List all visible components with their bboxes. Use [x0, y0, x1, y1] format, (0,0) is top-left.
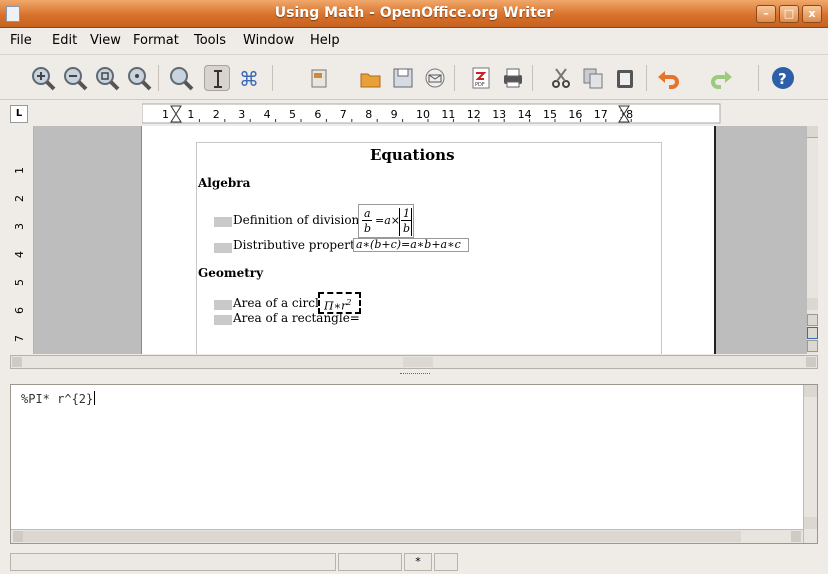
redo-icon[interactable] — [708, 65, 734, 91]
editor-horizontal-scrollbar[interactable] — [11, 529, 803, 543]
bullet-marker — [214, 243, 232, 253]
ruler-mark: 5 — [289, 108, 296, 121]
close-button[interactable]: x — [802, 5, 822, 23]
document-area[interactable]: 1 2 3 4 5 6 7 Equations Algebra Definition of … — [10, 126, 818, 354]
text-cursor-icon[interactable] — [204, 65, 230, 91]
status-field-1 — [10, 553, 336, 571]
vertical-ruler-mark: 7 — [13, 335, 26, 342]
print-icon[interactable] — [500, 65, 526, 91]
status-bar: * — [0, 550, 828, 574]
scroll-up-arrow-icon[interactable] — [804, 385, 817, 397]
ruler-scale: 1 1 2 3 4 5 6 7 8 9 10 11 12 13 14 15 16 17 18 — [142, 103, 721, 124]
formula-command-editor[interactable]: %PI* r^{2} — [10, 384, 818, 544]
vertical-ruler-mark: 1 — [13, 167, 26, 174]
vertical-ruler-mark: 5 — [13, 279, 26, 286]
email-icon[interactable] — [422, 65, 448, 91]
tab-stop-selector[interactable]: L — [10, 105, 28, 123]
ruler-mark: 8 — [365, 108, 372, 121]
horizontal-ruler[interactable]: L 1 1 2 3 4 5 6 7 8 9 10 11 12 13 14 15 16 17 18 — [10, 102, 818, 126]
zoom-selection-icon[interactable] — [168, 65, 194, 91]
zoom-out-icon[interactable] — [62, 65, 88, 91]
copy-icon[interactable] — [580, 65, 606, 91]
item-definition-of-division: Definition of division= — [233, 213, 370, 227]
scroll-right-arrow-icon[interactable] — [791, 531, 801, 542]
menu-tools[interactable]: Tools — [194, 33, 226, 48]
status-field-2 — [338, 553, 402, 571]
scroll-thumb[interactable] — [403, 357, 433, 367]
command-icon[interactable]: ⌘ — [236, 65, 262, 91]
zoom-in-icon[interactable] — [30, 65, 56, 91]
pane-splitter[interactable] — [0, 370, 828, 380]
vertical-ruler-mark: 2 — [13, 195, 26, 202]
ruler-mark: 2 — [213, 108, 220, 121]
svg-text:?: ? — [778, 70, 787, 88]
previous-page-icon[interactable] — [807, 314, 818, 326]
formula-division[interactable]: a b =a× 1 b — [358, 204, 414, 238]
scroll-up-arrow-icon[interactable] — [807, 126, 818, 138]
formula-distributive[interactable]: a∗(b+c)=a∗b+a∗c — [353, 238, 469, 252]
save-icon[interactable] — [390, 65, 416, 91]
item-area-of-rectangle: Area of a rectangle= — [233, 311, 360, 325]
status-modified-indicator[interactable]: * — [404, 553, 432, 571]
pdf-icon[interactable]: PDF — [468, 65, 494, 91]
heading-equations: Equations — [370, 146, 455, 164]
vertical-ruler-mark: 4 — [13, 251, 26, 258]
vertical-ruler: 1 2 3 4 5 6 7 — [10, 126, 34, 354]
splitter-grip-icon[interactable] — [400, 373, 430, 375]
menu-window[interactable]: Window — [243, 33, 294, 48]
menu-file[interactable]: File — [10, 33, 32, 48]
scroll-right-arrow-icon[interactable] — [806, 357, 816, 367]
scroll-left-arrow-icon[interactable] — [12, 357, 22, 367]
zoom-fit-icon[interactable] — [126, 65, 152, 91]
cut-icon[interactable] — [548, 65, 574, 91]
document-horizontal-scrollbar[interactable] — [10, 355, 818, 369]
menu-bar: File Edit View Format Tools Window Help — [0, 29, 828, 53]
math-toolbar: ⌘ PDF ? — [0, 54, 828, 100]
section-geometry: Geometry — [198, 266, 264, 280]
vertical-ruler-mark: 6 — [13, 307, 26, 314]
next-page-icon[interactable] — [807, 340, 818, 352]
vertical-ruler-mark: 3 — [13, 223, 26, 230]
editor-vertical-scrollbar[interactable] — [803, 385, 817, 543]
title-bar: Using Math - OpenOffice.org Writer – □ x — [0, 0, 828, 28]
minimize-button[interactable]: – — [756, 5, 776, 23]
ruler-mark: 9 — [391, 108, 398, 121]
ruler-mark: 6 — [314, 108, 321, 121]
scroll-left-arrow-icon[interactable] — [13, 531, 23, 542]
menu-view[interactable]: View — [90, 33, 121, 48]
vertical-scrollbar[interactable] — [806, 126, 818, 354]
bullet-marker — [214, 217, 232, 227]
zoom-page-icon[interactable] — [94, 65, 120, 91]
status-field-4 — [434, 553, 458, 571]
section-algebra: Algebra — [198, 176, 251, 190]
navigator-icon[interactable] — [807, 327, 818, 339]
ruler-mark: 1 — [162, 108, 169, 121]
page[interactable]: Equations Algebra Definition of division… — [141, 126, 716, 354]
menu-edit[interactable]: Edit — [52, 33, 77, 48]
ruler-mark: 7 — [340, 108, 347, 121]
window-title: Using Math - OpenOffice.org Writer — [274, 5, 554, 21]
ruler-mark: 1 — [187, 108, 194, 121]
paste-icon[interactable] — [612, 65, 638, 91]
text-caret — [94, 391, 96, 405]
command-text[interactable]: %PI* r^{2} — [21, 392, 93, 406]
svg-text:⌘: ⌘ — [239, 67, 259, 91]
open-icon[interactable] — [358, 65, 384, 91]
insert-icon[interactable] — [306, 65, 332, 91]
menu-format[interactable]: Format — [133, 33, 179, 48]
scroll-down-arrow-icon[interactable] — [804, 517, 817, 529]
ruler-mark: 3 — [238, 108, 245, 121]
bullet-marker — [214, 315, 232, 325]
scroll-thumb[interactable] — [23, 531, 741, 542]
svg-text:PDF: PDF — [475, 82, 485, 88]
ruler-mark: 4 — [264, 108, 271, 121]
help-icon[interactable]: ? — [770, 65, 796, 91]
item-distributive-property: Distributive property= — [233, 238, 372, 252]
undo-icon[interactable] — [656, 65, 682, 91]
bullet-marker — [214, 300, 232, 310]
scroll-down-arrow-icon[interactable] — [807, 298, 818, 310]
maximize-button[interactable]: □ — [779, 5, 799, 23]
menu-help[interactable]: Help — [310, 33, 340, 48]
